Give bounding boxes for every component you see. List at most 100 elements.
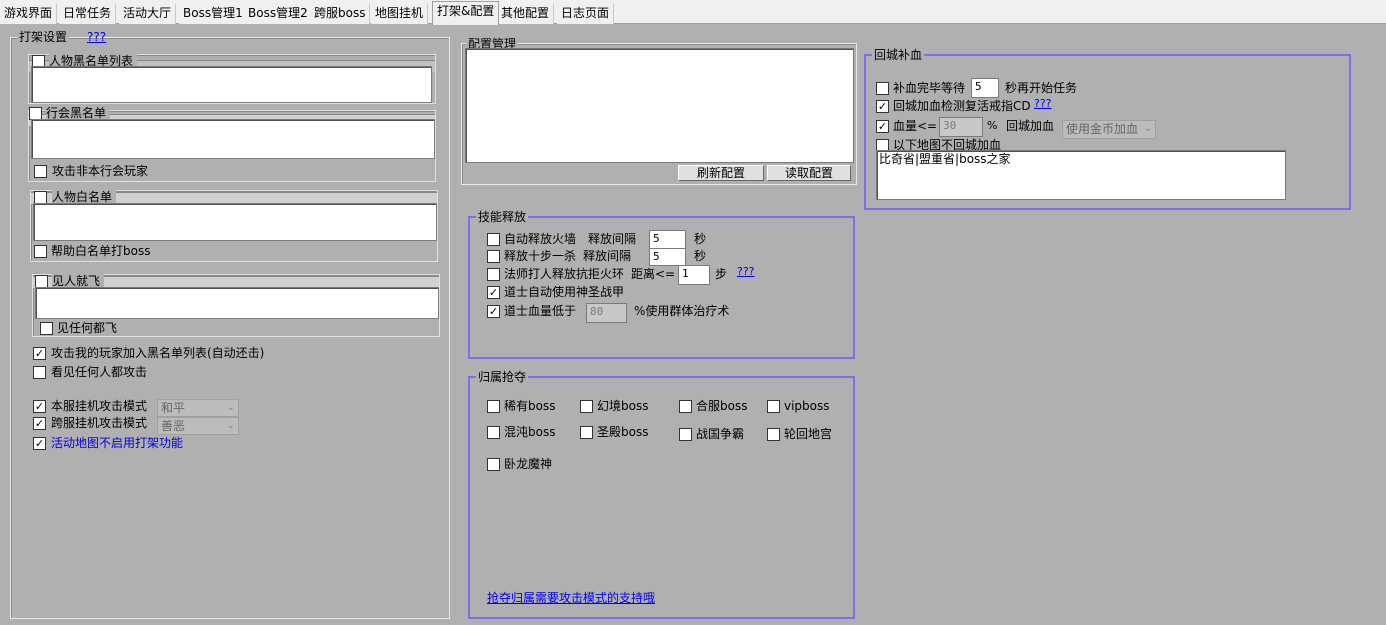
player-whitelist-box: 人物白名单 帮助白名单打boss <box>30 189 438 262</box>
revive-ring-label: 回城加血检测复活戒指CD <box>893 99 1031 113</box>
wait-after-heal-suffix: 秒再开始任务 <box>1005 81 1078 95</box>
loot-samsara-palace-checkbox[interactable] <box>767 428 780 441</box>
fly-on-any-checkbox[interactable] <box>40 322 53 335</box>
skills-help-link[interactable]: ??? <box>737 264 755 280</box>
mage-repel-checkbox[interactable] <box>487 268 500 281</box>
heal-method-select[interactable]: 使用金币加血 ⌄ <box>1062 120 1156 139</box>
fly-on-any-label: 见任何都飞 <box>57 321 118 335</box>
loot-merged-boss-checkbox[interactable] <box>679 400 692 413</box>
taoist-armor-checkbox[interactable]: ✓ <box>487 286 500 299</box>
mage-repel-label: 法师打人释放抗拒火环 <box>504 267 625 281</box>
tab-game-ui[interactable]: 游戏界面 <box>0 4 58 24</box>
chevron-down-icon: ⌄ <box>226 420 235 431</box>
cross-mode-select[interactable]: 善恶 ⌄ <box>157 417 239 435</box>
config-manage-group: 配置管理 刷新配置 读取配置 <box>461 36 857 185</box>
loot-illusion-boss-checkbox[interactable] <box>580 400 593 413</box>
distance-input[interactable]: 1 <box>678 265 710 285</box>
loot-note-link[interactable]: 抢夺归属需要攻击模式的支持哦 <box>487 590 655 606</box>
help-whitelist-boss-checkbox[interactable] <box>34 245 47 258</box>
loot-merged-boss-label: 合服boss <box>696 399 748 413</box>
loot-warring-states-label: 战国争霸 <box>696 427 745 441</box>
loot-rare-boss-checkbox[interactable] <box>487 400 500 413</box>
chevron-down-icon: ⌄ <box>226 402 235 413</box>
attack-non-guild-label: 攻击非本行会玩家 <box>52 164 149 178</box>
firewall-checkbox[interactable] <box>487 233 500 246</box>
attack-everyone-checkbox[interactable] <box>33 366 46 379</box>
group-heal-label: %使用群体治疗术 <box>634 304 730 318</box>
player-blacklist-box: 人物黑名单列表 <box>28 53 436 104</box>
loot-vip-boss-checkbox[interactable] <box>767 400 780 413</box>
wait-after-heal-label: 补血完毕等待 <box>893 81 966 95</box>
hp-threshold-checkbox[interactable]: ✓ <box>876 120 889 133</box>
player-whitelist-textarea[interactable] <box>33 203 437 241</box>
firewall-interval-label: 释放间隔 <box>588 232 637 246</box>
tab-boss-manage-2[interactable]: Boss管理2 <box>244 4 313 24</box>
firewall-label: 自动释放火墙 <box>504 232 577 246</box>
attack-everyone-label: 看见任何人都攻击 <box>51 365 148 379</box>
no-return-maps-text: 比奇省|盟重省|boss之家 <box>879 152 1011 166</box>
tab-cross-server-boss[interactable]: 跨服boss <box>310 4 371 24</box>
fight-help-link[interactable]: ??? <box>87 29 106 45</box>
tab-map-idle[interactable]: 地图挂机 <box>371 4 429 24</box>
chevron-down-icon: ⌄ <box>1143 123 1152 134</box>
tab-boss-manage-1[interactable]: Boss管理1 <box>179 4 248 24</box>
tab-bar: 游戏界面 日常任务 活动大厅 Boss管理1 Boss管理2 跨服boss 地图… <box>0 0 1386 25</box>
hp-threshold-input[interactable]: 30 <box>939 117 983 137</box>
loot-chaos-boss-checkbox[interactable] <box>487 426 500 439</box>
tab-daily-tasks[interactable]: 日常任务 <box>59 4 117 24</box>
disable-event-maps-checkbox[interactable]: ✓ <box>33 437 46 450</box>
tenstep-interval-input[interactable]: 5 <box>649 248 686 266</box>
taoist-hp-label: 道士血量低于 <box>504 304 577 318</box>
tab-activity-hall[interactable]: 活动大厅 <box>119 4 177 24</box>
loot-rare-boss-label: 稀有boss <box>504 399 556 413</box>
loot-title: 归属抢夺 <box>476 369 529 385</box>
fly-on-sight-box: 见人就飞 见任何都飞 <box>32 273 440 337</box>
fight-settings-title: 打架设置 <box>17 29 70 45</box>
loot-warring-states-checkbox[interactable] <box>679 428 692 441</box>
wait-after-heal-checkbox[interactable] <box>876 82 889 95</box>
config-list[interactable] <box>465 48 854 163</box>
no-return-maps-textarea[interactable]: 比奇省|盟重省|boss之家 <box>876 150 1286 200</box>
tenstep-sec-label: 秒 <box>694 249 707 263</box>
heal-method-value: 使用金币加血 <box>1066 122 1139 136</box>
town-heal-title: 回城补血 <box>872 47 925 63</box>
local-mode-value: 和平 <box>161 401 186 415</box>
loot-dragon-demon-label: 卧龙魔神 <box>504 457 553 471</box>
loot-temple-boss-label: 圣殿boss <box>597 425 649 439</box>
cross-mode-value: 善恶 <box>161 419 186 433</box>
player-blacklist-textarea[interactable] <box>31 66 432 103</box>
refresh-config-button[interactable]: 刷新配置 <box>678 165 764 181</box>
loot-temple-boss-checkbox[interactable] <box>580 426 593 439</box>
revive-ring-checkbox[interactable]: ✓ <box>876 100 889 113</box>
guild-blacklist-box: 行会黑名单 攻击非本行会玩家 <box>28 105 436 182</box>
tab-log-page[interactable]: 日志页面 <box>557 4 615 24</box>
town-heal-group: 回城补血 补血完毕等待 5 秒再开始任务 ✓ 回城加血检测复活戒指CD ??? … <box>864 47 1351 210</box>
heal-help-link[interactable]: ??? <box>1034 96 1052 112</box>
hp-threshold-label: 血量<= <box>893 119 938 133</box>
loot-samsara-palace-label: 轮回地宫 <box>784 427 833 441</box>
tenstep-checkbox[interactable] <box>487 250 500 263</box>
auto-blacklist-label: 攻击我的玩家加入黑名单列表(自动还击) <box>51 346 265 360</box>
taoist-hp-checkbox[interactable]: ✓ <box>487 305 500 318</box>
local-mode-checkbox[interactable]: ✓ <box>33 400 46 413</box>
skill-release-title: 技能释放 <box>476 209 529 225</box>
distance-label: 距离<= <box>631 267 676 281</box>
taoist-hp-input[interactable]: 80 <box>586 303 627 323</box>
tenstep-interval-label: 释放间隔 <box>583 249 632 263</box>
tab-fight-config[interactable]: 打架&配置 <box>432 1 500 25</box>
fly-on-sight-textarea[interactable] <box>35 287 439 319</box>
local-mode-label: 本服挂机攻击模式 <box>51 399 148 413</box>
cross-mode-label: 跨服挂机攻击模式 <box>51 416 148 430</box>
firewall-interval-input[interactable]: 5 <box>649 230 686 249</box>
loot-dragon-demon-checkbox[interactable] <box>487 458 500 471</box>
local-mode-select[interactable]: 和平 ⌄ <box>157 399 239 417</box>
step-label: 步 <box>715 267 728 281</box>
attack-non-guild-checkbox[interactable] <box>34 165 47 178</box>
read-config-button[interactable]: 读取配置 <box>767 165 851 181</box>
return-heal-label: 回城加血 <box>1006 119 1055 133</box>
tab-other-config[interactable]: 其他配置 <box>497 4 555 24</box>
cross-mode-checkbox[interactable]: ✓ <box>33 417 46 430</box>
wait-after-heal-input[interactable]: 5 <box>971 78 999 98</box>
guild-blacklist-textarea[interactable] <box>31 119 435 159</box>
auto-blacklist-checkbox[interactable]: ✓ <box>33 347 46 360</box>
